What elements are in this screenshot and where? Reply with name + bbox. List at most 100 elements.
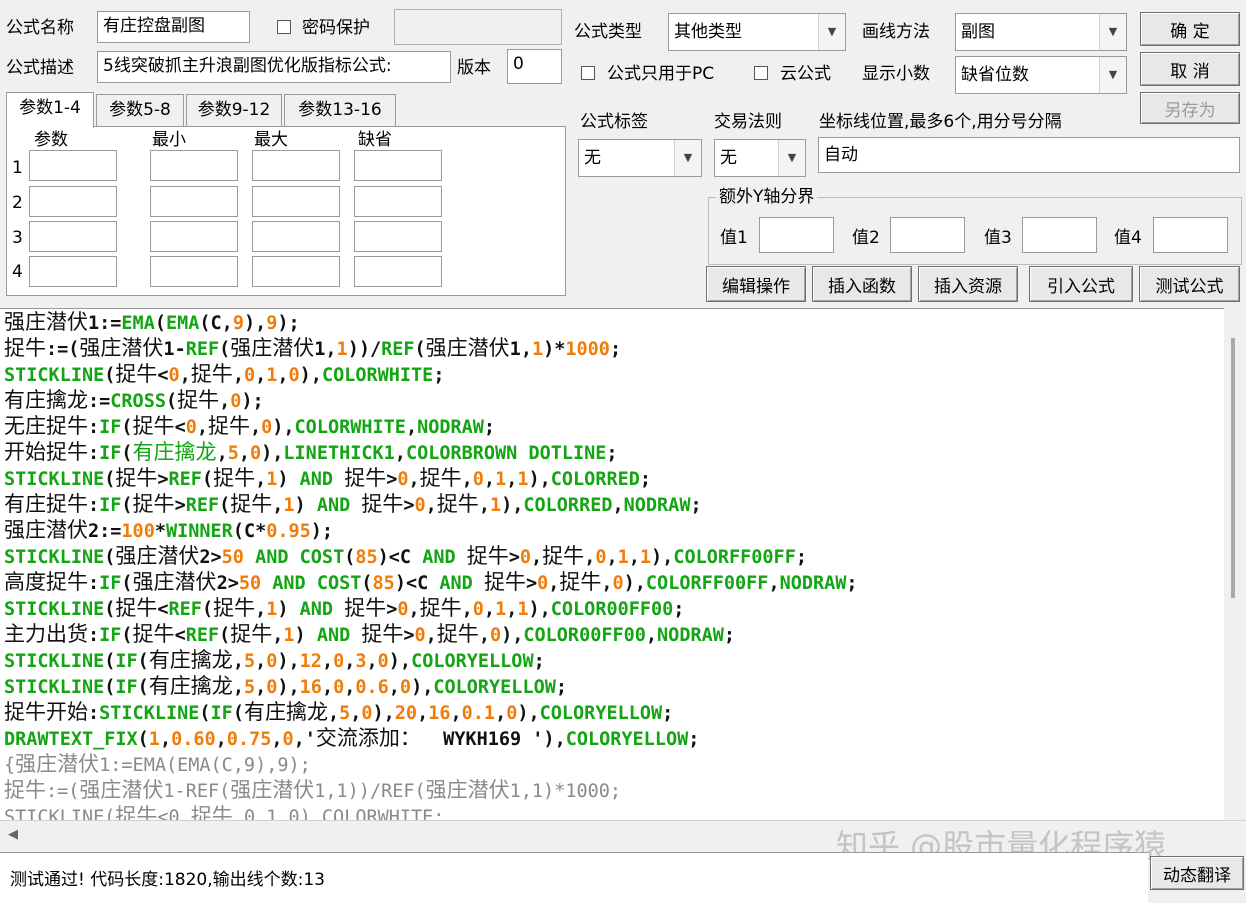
param-name-input[interactable] xyxy=(29,256,117,287)
param-header-max: 最大 xyxy=(254,130,288,150)
code-token: , xyxy=(272,625,284,646)
param-min-input[interactable] xyxy=(150,186,238,217)
extra-value3-input[interactable] xyxy=(1022,217,1097,253)
code-token: < xyxy=(174,625,186,646)
code-token: 0 xyxy=(414,495,426,516)
code-line: STICKLINE(IF(有庄擒龙,5,0),12,0,3,0),COLORYE… xyxy=(4,647,545,675)
decimals-label: 显示小数 xyxy=(862,64,930,84)
draw-method-label: 画线方法 xyxy=(862,22,930,42)
save-as-button[interactable]: 另存为 xyxy=(1140,92,1240,124)
import-formula-button[interactable]: 引入公式 xyxy=(1029,266,1133,302)
formula-desc-input[interactable]: 5线突破抓主升浪副图优化版指标公式: xyxy=(97,51,451,83)
param-min-input[interactable] xyxy=(150,150,238,181)
code-token: CROSS xyxy=(110,391,166,412)
scroll-left-icon[interactable]: ◀ xyxy=(8,827,18,842)
code-token: > xyxy=(227,573,239,594)
extra-value1-input[interactable] xyxy=(759,217,834,253)
version-input[interactable]: 0 xyxy=(507,49,562,84)
chevron-down-icon[interactable]: ▼ xyxy=(1099,57,1126,93)
code-token: > xyxy=(403,625,415,646)
code-token: , xyxy=(394,443,406,464)
code-token: 5 xyxy=(243,651,256,672)
param-max-input[interactable] xyxy=(252,186,340,217)
coord-input[interactable]: 自动 xyxy=(818,137,1240,173)
code-token: , xyxy=(405,417,418,438)
test-formula-button[interactable]: 测试公式 xyxy=(1139,266,1240,302)
rule-label: 交易法则 xyxy=(714,112,782,132)
rule-select[interactable]: 无 ▼ xyxy=(714,139,806,177)
code-token: , xyxy=(277,365,289,386)
param-default-input[interactable] xyxy=(354,256,442,287)
param-default-input[interactable] xyxy=(354,186,442,217)
code-token: 捉牛 xyxy=(344,466,387,490)
cancel-button[interactable]: 取 消 xyxy=(1140,52,1240,86)
ok-button[interactable]: 确 定 xyxy=(1140,12,1240,46)
password-input[interactable] xyxy=(394,9,562,45)
chevron-down-icon[interactable]: ▼ xyxy=(1099,14,1126,50)
dynamic-translate-button[interactable]: 动态翻译 xyxy=(1150,856,1244,890)
vertical-scrollbar[interactable] xyxy=(1224,308,1246,820)
insert-function-button[interactable]: 插入函数 xyxy=(812,266,912,302)
draw-method-select[interactable]: 副图 ▼ xyxy=(955,13,1127,51)
code-token: > xyxy=(508,547,520,568)
chevron-down-icon[interactable]: ▼ xyxy=(674,140,701,176)
param-default-input[interactable] xyxy=(354,221,442,252)
code-token: 0 xyxy=(397,599,409,620)
param-max-input[interactable] xyxy=(252,256,340,287)
code-token: COLOR00FF00 xyxy=(550,599,674,620)
param-max-input[interactable] xyxy=(252,221,340,252)
edit-ops-button[interactable]: 编辑操作 xyxy=(706,266,806,302)
code-token: 捉牛 xyxy=(115,466,158,490)
param-min-input[interactable] xyxy=(150,256,238,287)
tab-params-9-12[interactable]: 参数9-12 xyxy=(186,94,282,126)
formula-name-label: 公式名称 xyxy=(6,18,74,38)
param-name-input[interactable] xyxy=(29,150,117,181)
code-token: AND xyxy=(255,547,289,568)
code-editor[interactable]: 强庄潜伏1:=EMA(EMA(C,9),9); 捉牛:=(强庄潜伏1-REF(强庄… xyxy=(0,308,1224,821)
code-token: 强庄潜伏 xyxy=(132,570,217,594)
code-token: < xyxy=(174,417,186,438)
param-name-input[interactable] xyxy=(29,221,117,252)
code-token: 1 xyxy=(266,365,278,386)
formula-name-input[interactable]: 有庄控盘副图 xyxy=(97,11,250,43)
code-token: AND xyxy=(422,547,456,568)
pc-only-checkbox[interactable] xyxy=(581,66,595,80)
tag-select[interactable]: 无 ▼ xyxy=(578,139,702,177)
code-token: STICKLINE xyxy=(4,599,105,620)
param-min-input[interactable] xyxy=(150,221,238,252)
param-default-input[interactable] xyxy=(354,150,442,181)
param-max-input[interactable] xyxy=(252,150,340,181)
extra-value2-input[interactable] xyxy=(890,217,965,253)
formula-type-select[interactable]: 其他类型 ▼ xyxy=(668,13,846,51)
tab-params-13-16[interactable]: 参数13-16 xyxy=(284,94,396,126)
code-token: 0 xyxy=(489,625,502,646)
code-token: 9 xyxy=(266,313,278,334)
password-checkbox[interactable] xyxy=(277,20,291,34)
code-token: ), xyxy=(388,651,412,672)
code-token: ), xyxy=(277,677,300,698)
code-token: , xyxy=(548,573,560,594)
scrollbar-thumb[interactable] xyxy=(1231,338,1235,598)
code-token: ( xyxy=(104,469,116,490)
code-token: 强庄潜伏 xyxy=(425,778,510,802)
code-token: DRAWTEXT_FIX xyxy=(4,729,138,750)
code-token: 100 xyxy=(121,521,155,542)
code-token: REF xyxy=(168,599,202,620)
code-token: 捉牛 xyxy=(361,492,404,516)
insert-resource-button[interactable]: 插入资源 xyxy=(918,266,1018,302)
chevron-down-icon[interactable]: ▼ xyxy=(778,140,805,176)
code-token: ( xyxy=(104,599,116,620)
tab-params-5-8[interactable]: 参数5-8 xyxy=(96,94,184,126)
code-token: STICKLINE xyxy=(4,365,105,386)
code-token: ( xyxy=(137,677,149,698)
decimals-select[interactable]: 缺省位数 ▼ xyxy=(955,56,1127,94)
param-name-input[interactable] xyxy=(29,186,117,217)
cloud-checkbox[interactable] xyxy=(754,66,768,80)
chevron-down-icon[interactable]: ▼ xyxy=(818,14,845,50)
tab-params-1-4[interactable]: 参数1-4 xyxy=(6,92,94,128)
code-line: STICKLINE(IF(有庄擒龙,5,0),16,0,0.6,0),COLOR… xyxy=(4,673,567,701)
code-line: 强庄潜伏2:=100*WINNER(C*0.95); xyxy=(4,517,333,545)
code-token: , xyxy=(255,469,267,490)
extra-value4-input[interactable] xyxy=(1153,217,1228,253)
